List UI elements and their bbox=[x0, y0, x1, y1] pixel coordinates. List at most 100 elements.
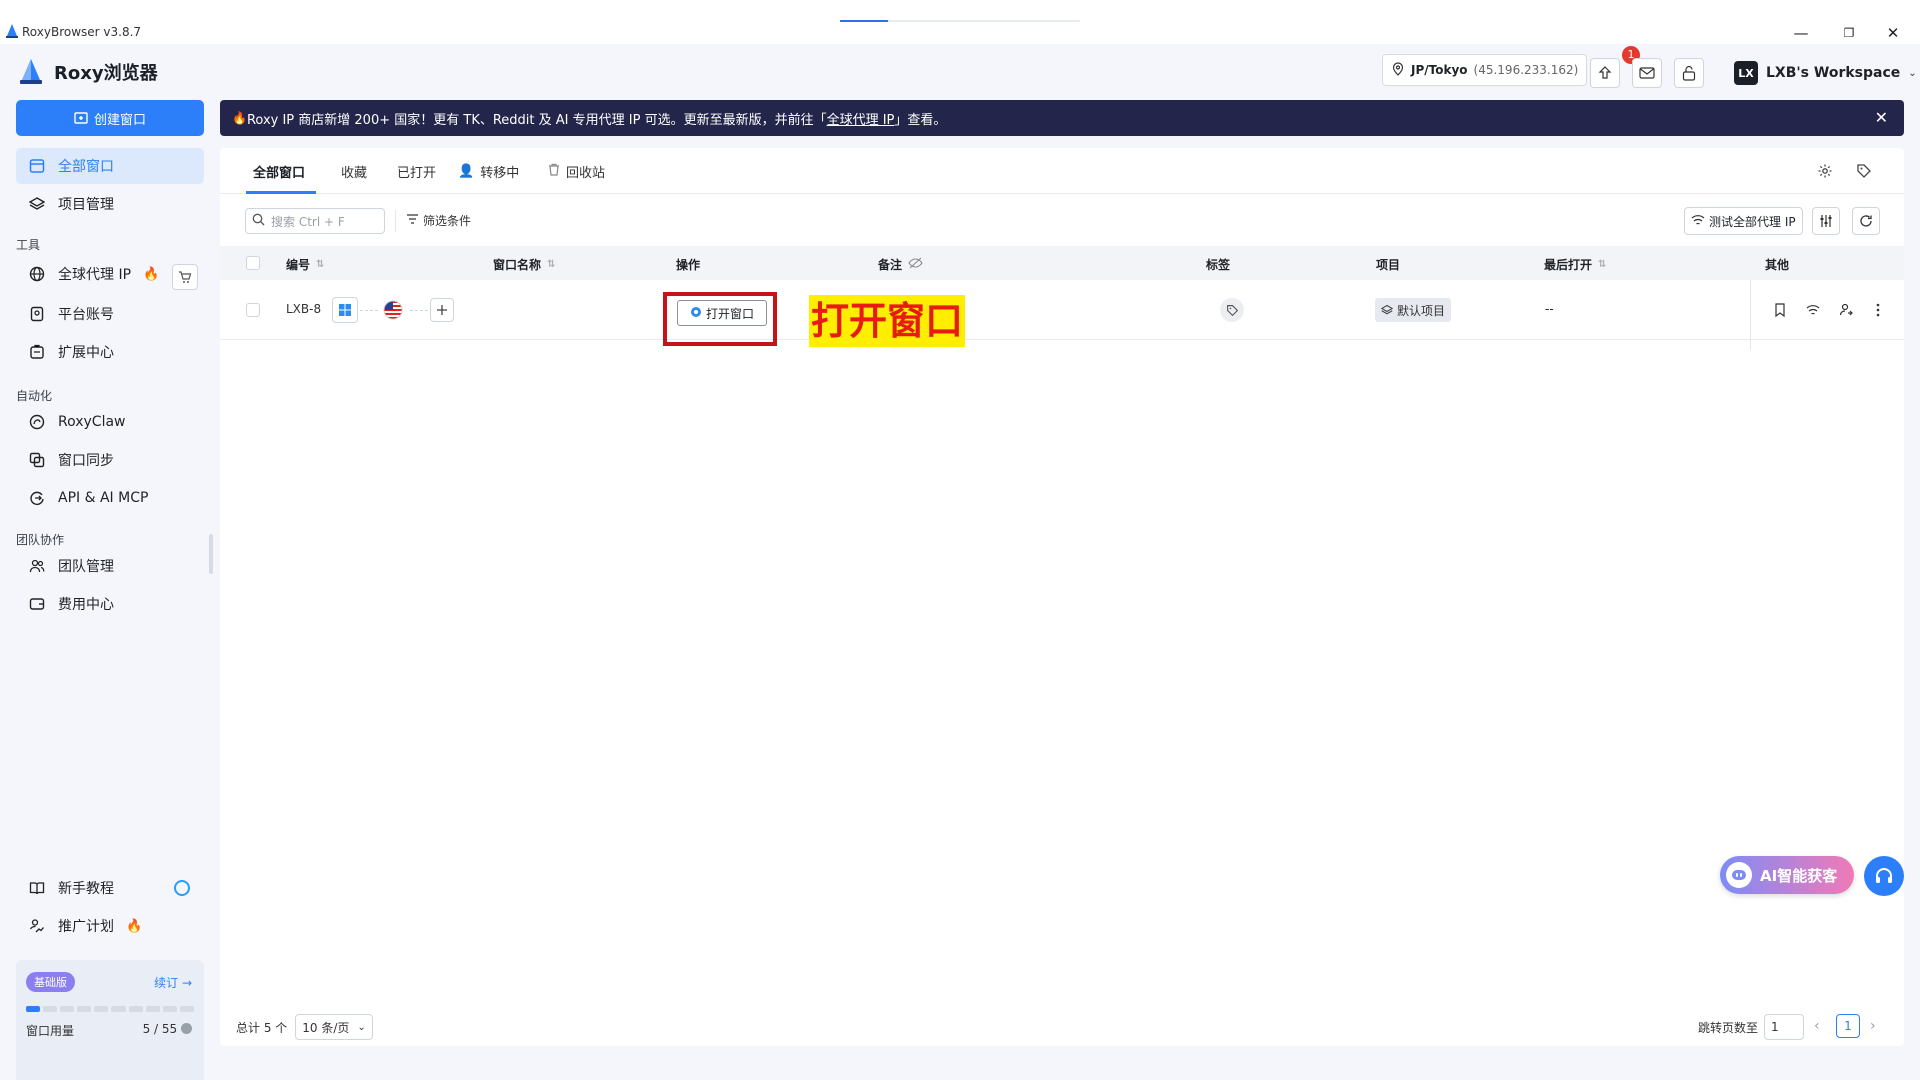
search-input[interactable]: 搜索 Ctrl + F bbox=[245, 208, 385, 234]
minimize-button[interactable]: — bbox=[1788, 20, 1814, 46]
extension-icon bbox=[28, 343, 46, 361]
column-action: 操作 bbox=[676, 258, 701, 272]
tags-button[interactable] bbox=[1853, 160, 1875, 182]
update-button[interactable] bbox=[1590, 58, 1620, 88]
table-header: 编号 ⇅ 窗口名称 ⇅ 操作 备注 标签 项目 最后打开 ⇅ 其他 bbox=[220, 246, 1904, 280]
more-menu-button[interactable] bbox=[1868, 300, 1888, 320]
proxy-cart-button[interactable] bbox=[172, 264, 198, 290]
window-tabs: 全部窗口 收藏 已打开 👤 转移中 回收站 bbox=[220, 148, 1904, 194]
column-name-label: 窗口名称 bbox=[493, 258, 542, 272]
plan-card: 基础版 续订 → 窗口用量 5 / 55 bbox=[16, 960, 204, 1080]
page-size-select[interactable]: 10 条/页 ⌄ bbox=[295, 1014, 373, 1040]
column-settings-button[interactable] bbox=[1812, 207, 1840, 235]
sidebar-item-label: 全部窗口 bbox=[58, 159, 114, 175]
sidebar-item-team[interactable]: 团队管理 bbox=[16, 548, 204, 584]
tab-favorites[interactable]: 收藏 bbox=[341, 162, 367, 181]
referral-icon bbox=[28, 917, 46, 935]
refresh-button[interactable] bbox=[1852, 207, 1880, 235]
sidebar-item-label: API & AI MCP bbox=[58, 490, 149, 506]
plan-badge: 基础版 bbox=[26, 972, 75, 992]
column-project: 项目 bbox=[1376, 258, 1401, 272]
test-all-proxy-button[interactable]: 测试全部代理 IP bbox=[1684, 207, 1803, 235]
tab-all-windows[interactable]: 全部窗口 bbox=[253, 162, 305, 181]
sidebar-scrollbar[interactable] bbox=[209, 534, 213, 574]
sidebar-item-api-mcp[interactable]: API & AI MCP bbox=[16, 480, 204, 516]
tag-icon bbox=[1857, 164, 1871, 178]
proxy-location[interactable]: JP/Tokyo (45.196.233.162) bbox=[1382, 54, 1588, 86]
settings-button[interactable] bbox=[1814, 160, 1836, 182]
column-note-label: 备注 bbox=[878, 258, 903, 272]
bookmark-button[interactable] bbox=[1770, 300, 1790, 320]
ai-lead-gen-button[interactable]: AI智能获客 bbox=[1720, 856, 1854, 894]
browser-icon bbox=[690, 306, 702, 321]
open-window-button[interactable]: 打开窗口 bbox=[677, 300, 767, 326]
main-panel: 全部窗口 收藏 已打开 👤 转移中 回收站 搜索 Ctrl + F 筛选条件 测… bbox=[220, 148, 1904, 1046]
current-page-button[interactable]: 1 bbox=[1836, 1014, 1860, 1038]
workspace-switcher[interactable]: LX LXB's Workspace ⌄ bbox=[1734, 58, 1917, 88]
claw-icon bbox=[28, 413, 46, 431]
row-checkbox[interactable] bbox=[246, 303, 260, 317]
tab-label: 转移中 bbox=[480, 166, 520, 181]
transfer-user-button[interactable] bbox=[1836, 300, 1856, 320]
proxy-check-button[interactable] bbox=[1803, 300, 1823, 320]
messages-button[interactable] bbox=[1632, 58, 1662, 88]
sidebar-item-tutorial[interactable]: 新手教程 bbox=[16, 870, 204, 906]
eye-off-icon[interactable] bbox=[908, 257, 923, 272]
column-id[interactable]: 编号 ⇅ bbox=[286, 256, 324, 273]
jump-page-input[interactable]: 1 bbox=[1764, 1014, 1805, 1040]
column-name[interactable]: 窗口名称 ⇅ bbox=[493, 256, 555, 273]
filter-button[interactable]: 筛选条件 bbox=[406, 212, 471, 229]
page-size-value: 10 条/页 bbox=[302, 1020, 350, 1035]
sidebar-item-platform-accounts[interactable]: 平台账号 bbox=[16, 296, 204, 332]
tab-transferring[interactable]: 👤 转移中 bbox=[458, 162, 519, 181]
banner-text-after: 」查看。 bbox=[894, 112, 947, 128]
banner-proxy-link[interactable]: 全球代理 IP bbox=[827, 109, 895, 128]
sidebar-item-label: 全球代理 IP bbox=[58, 267, 132, 283]
globe-icon bbox=[28, 265, 46, 283]
column-other: 其他 bbox=[1765, 258, 1790, 272]
app-title: RoxyBrowser v3.8.7 bbox=[22, 25, 142, 39]
next-page-icon[interactable]: › bbox=[1870, 1018, 1876, 1034]
filter-label: 筛选条件 bbox=[423, 214, 472, 228]
windows-os-icon bbox=[332, 297, 358, 323]
announcement-banner: 🔥 Roxy IP 商店新增 200+ 国家！更有 TK、Reddit 及 AI… bbox=[220, 100, 1904, 136]
sidebar-item-billing[interactable]: 费用中心 bbox=[16, 586, 204, 622]
table-row[interactable]: LXB-8 打开窗口 打开窗口 默认项目 -- bbox=[220, 280, 1904, 350]
lock-button[interactable] bbox=[1674, 58, 1704, 88]
column-last-open[interactable]: 最后打开 ⇅ bbox=[1544, 256, 1606, 273]
sort-icon: ⇅ bbox=[547, 259, 556, 270]
section-tools-title: 工具 bbox=[16, 238, 41, 252]
sidebar-item-global-proxy[interactable]: 全球代理 IP 🔥 bbox=[16, 256, 166, 292]
tab-opened[interactable]: 已打开 bbox=[397, 162, 436, 181]
search-icon bbox=[252, 213, 265, 229]
select-all-checkbox[interactable] bbox=[246, 256, 260, 270]
workspace-name: LXB's Workspace bbox=[1766, 65, 1901, 81]
add-proxy-button[interactable] bbox=[430, 298, 454, 322]
sidebar-item-all-windows[interactable]: 全部窗口 bbox=[16, 148, 204, 184]
sidebar-item-roxyclaw[interactable]: RoxyClaw bbox=[16, 404, 204, 440]
sidebar-item-window-sync[interactable]: 窗口同步 bbox=[16, 442, 204, 478]
sidebar-item-label: 团队管理 bbox=[58, 559, 114, 575]
banner-close-icon[interactable]: ✕ bbox=[1875, 108, 1888, 127]
column-id-label: 编号 bbox=[286, 258, 311, 272]
create-window-button[interactable]: 创建窗口 bbox=[16, 100, 204, 136]
cart-icon bbox=[179, 271, 192, 283]
jump-label: 跳转页数至 bbox=[1698, 1020, 1759, 1035]
close-window-button[interactable]: ✕ bbox=[1880, 20, 1906, 46]
add-tag-button[interactable] bbox=[1220, 298, 1244, 322]
maximize-button[interactable]: ❐ bbox=[1836, 20, 1862, 46]
sidebar-item-extensions[interactable]: 扩展中心 bbox=[16, 334, 204, 370]
sidebar-item-projects[interactable]: 项目管理 bbox=[16, 186, 204, 222]
customer-support-button[interactable] bbox=[1864, 856, 1904, 896]
ai-lead-gen-label: AI智能获客 bbox=[1760, 866, 1838, 885]
prev-page-icon[interactable]: ‹ bbox=[1814, 1018, 1820, 1034]
sidebar-item-referral[interactable]: 推广计划 🔥 bbox=[16, 908, 204, 944]
tab-recycle-bin[interactable]: 回收站 bbox=[548, 162, 605, 181]
top-header: JP/Tokyo (45.196.233.162) 1 LX LXB's Wor… bbox=[216, 44, 1920, 96]
window-id: LXB-8 bbox=[286, 302, 322, 316]
signal-icon bbox=[1806, 305, 1820, 315]
headset-icon bbox=[1876, 868, 1892, 883]
section-team-title: 团队协作 bbox=[16, 533, 65, 547]
renew-link[interactable]: 续订 → bbox=[154, 974, 192, 991]
bookmark-icon bbox=[1775, 303, 1785, 317]
